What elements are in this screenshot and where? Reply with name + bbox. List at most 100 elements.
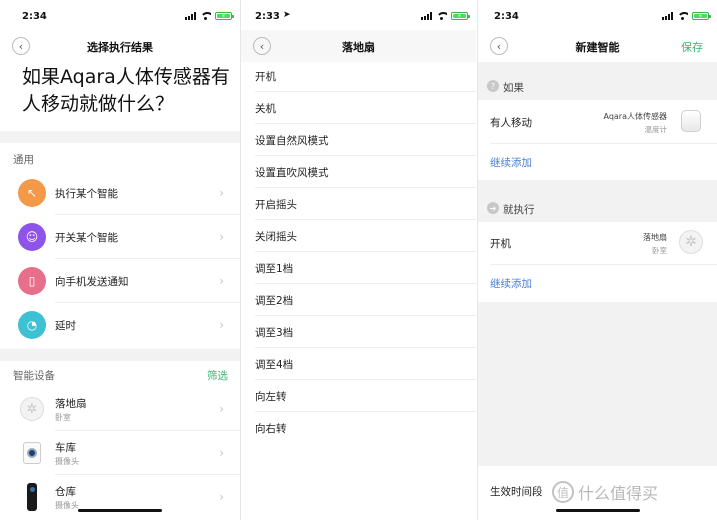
fan-icon: ✲ (679, 230, 703, 254)
robot-icon: ☺ (18, 223, 46, 251)
general-item-execute[interactable]: ↖ 执行某个智能 › (0, 171, 240, 215)
status-time: 2:34 (22, 11, 47, 22)
if-section-header: ? 如果 (478, 72, 717, 100)
effective-time-label: 生效时间段 (490, 486, 543, 498)
action-item[interactable]: 开机 (241, 60, 476, 92)
status-time: 2:33 (255, 11, 280, 22)
device-item-fan[interactable]: ✲ 落地扇 卧室 › (0, 387, 240, 431)
battery-icon: ⚡ (692, 12, 711, 20)
general-item-notify[interactable]: ▯ 向手机发送通知 › (0, 259, 240, 303)
then-label: 就执行 (503, 204, 535, 216)
fan-icon: ✲ (18, 395, 46, 423)
action-label: 开机 (255, 71, 276, 83)
add-action-button[interactable]: 继续添加 (490, 276, 532, 291)
action-item[interactable]: 调至2档 (241, 284, 476, 316)
question-heading: 如果Aqara人体传感器有人移动就做什么？ (22, 66, 230, 115)
action-item[interactable]: 调至4档 (241, 348, 476, 380)
device-item-garage[interactable]: 车库 摄像头 › (0, 431, 240, 475)
nav-bar: ‹ 选择执行结果 (0, 30, 240, 62)
home-indicator (78, 509, 162, 512)
action-item[interactable]: 关机 (241, 92, 476, 124)
action-item[interactable]: 向左转 (241, 380, 476, 412)
if-label: 如果 (503, 82, 524, 94)
device-room: 摄像头 (55, 501, 79, 510)
action-label: 向右转 (255, 423, 287, 435)
general-item-label: 向手机发送通知 (55, 275, 129, 288)
action-device: 落地扇 (643, 233, 667, 242)
chevron-right-icon: › (219, 490, 224, 504)
screen-select-result: 2:34 ⚡ ‹ 选择执行结果 如果Aqara人体传感器有人移动就做什么？ 通用… (0, 0, 240, 520)
general-item-label: 延时 (55, 319, 76, 332)
home-indicator (556, 509, 640, 512)
section-label-devices: 智能设备 (13, 370, 55, 382)
general-item-label: 执行某个智能 (55, 187, 118, 200)
condition-label[interactable]: 有人移动 (490, 115, 532, 130)
status-bar: 2:34 ⚡ (0, 0, 240, 30)
nav-bar: ‹ 新建智能 保存 (478, 30, 717, 62)
action-label: 关闭摇头 (255, 231, 297, 243)
chevron-right-icon: › (219, 274, 224, 288)
signal-icon (421, 12, 432, 20)
action-room: 卧室 (652, 246, 667, 255)
battery-icon: ⚡ (215, 12, 234, 20)
add-condition-button[interactable]: 继续添加 (490, 155, 532, 170)
save-button[interactable]: 保存 (681, 39, 703, 55)
phone-icon: ▯ (18, 267, 46, 295)
chevron-right-icon: › (219, 318, 224, 332)
action-label: 调至2档 (255, 295, 294, 307)
screen-fan-actions: 2:33 ➤ ⚡ ‹ 落地扇 开机 关机 设置自然风模式 设置直吹风模式 开启摇… (240, 0, 476, 520)
camera-icon (18, 439, 46, 467)
chevron-right-icon: › (219, 186, 224, 200)
page-title: 落地扇 (342, 41, 375, 54)
general-item-label: 开关某个智能 (55, 231, 118, 244)
action-label: 向左转 (255, 391, 287, 403)
action-item[interactable]: 开启摇头 (241, 188, 476, 220)
device-item-warehouse[interactable]: 仓库 摄像头 › (0, 475, 240, 519)
device-room: 卧室 (55, 413, 71, 422)
action-label[interactable]: 开机 (490, 236, 511, 251)
wifi-icon (200, 12, 211, 20)
nav-bar: ‹ 落地扇 (241, 30, 476, 62)
action-item[interactable]: 关闭摇头 (241, 220, 476, 252)
watermark-text: 什么值得买 (578, 484, 659, 503)
condition-device-type: 温度计 (644, 125, 668, 134)
device-name: 仓库 (55, 486, 76, 498)
signal-icon (662, 12, 673, 20)
then-section-header: ➜ 就执行 (478, 194, 717, 222)
action-item[interactable]: 调至1档 (241, 252, 476, 284)
action-label: 关机 (255, 103, 276, 115)
action-item[interactable]: 设置自然风模式 (241, 124, 476, 156)
if-icon: ? (487, 80, 499, 92)
action-item[interactable]: 调至3档 (241, 316, 476, 348)
general-item-delay[interactable]: ◔ 延时 › (0, 303, 240, 347)
general-item-toggle[interactable]: ☺ 开关某个智能 › (0, 215, 240, 259)
arrow-right-icon: ➜ (487, 202, 499, 214)
action-item[interactable]: 向右转 (241, 412, 476, 444)
action-item[interactable]: 设置直吹风模式 (241, 156, 476, 188)
section-gap (0, 349, 240, 361)
clock-icon: ◔ (18, 311, 46, 339)
wifi-icon (436, 12, 447, 20)
chevron-right-icon: › (219, 402, 224, 416)
device-name: 车库 (55, 442, 76, 454)
section-gap (0, 131, 240, 143)
status-time: 2:34 (494, 11, 519, 22)
condition-device: Aqara人体传感器 (603, 112, 667, 121)
filter-button[interactable]: 筛选 (207, 368, 228, 383)
wifi-icon (677, 12, 688, 20)
system-icons: ⚡ (185, 12, 234, 20)
system-icons: ⚡ (421, 12, 470, 20)
status-bar: 2:33 ➤ ⚡ (241, 0, 476, 30)
system-icons: ⚡ (662, 12, 711, 20)
device-room: 摄像头 (55, 457, 79, 466)
signal-icon (185, 12, 196, 20)
location-arrow-icon: ➤ (283, 10, 291, 20)
section-label-general: 通用 (13, 154, 34, 166)
motion-sensor-icon (681, 110, 701, 132)
device-name: 落地扇 (55, 398, 87, 410)
camera-icon (18, 483, 46, 511)
cursor-icon: ↖ (18, 179, 46, 207)
action-label: 调至4档 (255, 359, 294, 371)
status-bar: 2:34 ⚡ (478, 0, 717, 30)
action-label: 设置自然风模式 (255, 135, 329, 147)
